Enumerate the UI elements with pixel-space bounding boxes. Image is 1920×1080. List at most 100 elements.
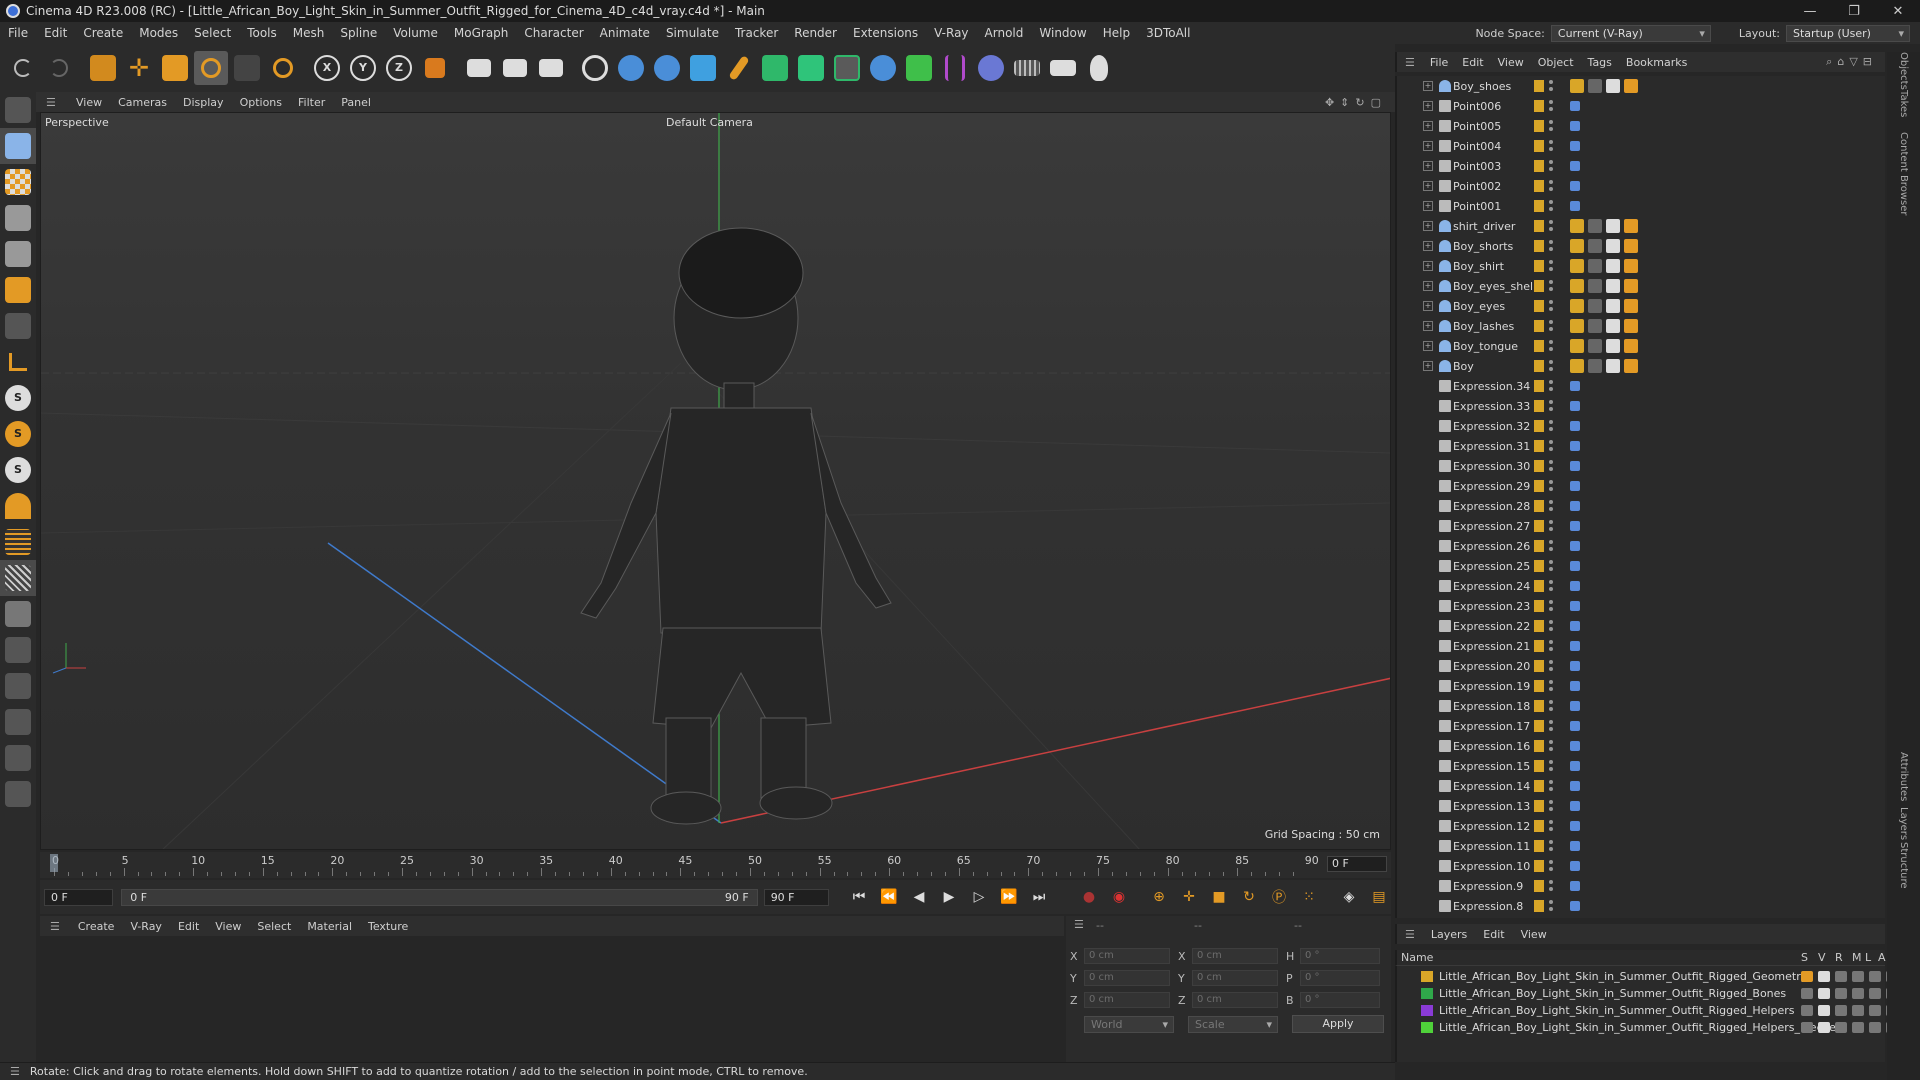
size-y-field[interactable]: 0 cm [1192,970,1278,986]
material-menu-select[interactable]: Select [249,920,299,933]
visibility-dots-icon[interactable] [1549,800,1553,812]
rotate-tool-button[interactable] [266,51,300,85]
layer-color-swatch[interactable] [1534,360,1544,372]
visibility-dots-icon[interactable] [1549,860,1553,872]
material-tag-icon[interactable] [1588,319,1602,333]
mograph-button[interactable] [902,51,936,85]
expression-tag-icon[interactable] [1570,821,1580,831]
boy-wireframe-model[interactable] [580,227,892,825]
menu-3dtoall[interactable]: 3DToAll [1138,26,1198,40]
object-row[interactable]: +Expression.23 [1397,596,1885,616]
lock-icon[interactable] [1869,1005,1881,1016]
snap-button-2[interactable]: S [0,416,36,452]
layer-color-swatch[interactable] [1534,600,1544,612]
axis-mode-button[interactable] [0,344,36,380]
expression-tag-icon[interactable] [1570,741,1580,751]
layer-color-swatch[interactable] [1421,1005,1433,1016]
layer-color-swatch[interactable] [1534,480,1544,492]
visibility-dots-icon[interactable] [1549,460,1553,472]
visibility-dots-icon[interactable] [1549,900,1553,912]
workplane-button[interactable] [0,524,36,560]
visibility-dots-icon[interactable] [1549,300,1553,312]
viewport-menu-panel[interactable]: Panel [333,96,379,109]
visible-eye-icon[interactable] [1818,988,1830,999]
layer-menu-edit[interactable]: Edit [1475,928,1512,941]
layer-color-swatch[interactable] [1421,988,1433,999]
go-to-start-icon[interactable]: ⏮ [847,885,871,909]
layer-list[interactable]: Little_African_Boy_Light_Skin_in_Summer_… [1395,966,1898,1062]
visibility-dots-icon[interactable] [1549,180,1553,192]
z-axis-button[interactable]: Z [382,51,416,85]
object-row[interactable]: + Boy_shorts [1397,236,1885,256]
visibility-dots-icon[interactable] [1549,640,1553,652]
expression-tag-icon[interactable] [1570,761,1580,771]
end-frame-field[interactable]: 90 F [763,888,829,906]
layer-row[interactable]: Little_African_Boy_Light_Skin_in_Summer_… [1397,985,1898,1002]
layer-row[interactable]: Little_African_Boy_Light_Skin_in_Summer_… [1397,968,1898,985]
grid-button[interactable] [0,560,36,596]
solo-icon[interactable] [1801,971,1813,982]
visibility-dots-icon[interactable] [1549,140,1553,152]
expand-toggle-icon[interactable]: + [1423,221,1433,231]
material-tag-icon[interactable] [1624,319,1638,333]
playhead[interactable] [50,854,58,872]
light-button[interactable] [1082,51,1116,85]
timeline-ruler[interactable]: 051015202530354045505560657075808590 0 F [40,852,1391,878]
material-tag-icon[interactable] [1624,339,1638,353]
render-icon[interactable] [1835,971,1847,982]
deformer-button[interactable] [938,51,972,85]
menu-edit[interactable]: Edit [36,26,75,40]
visibility-dots-icon[interactable] [1549,360,1553,372]
field-button[interactable] [974,51,1008,85]
material-tag-icon[interactable] [1588,259,1602,273]
material-list-area[interactable] [40,936,1064,1062]
expression-tag-icon[interactable] [1570,781,1580,791]
material-tag-icon[interactable] [1606,359,1620,373]
layer-color-swatch[interactable] [1534,340,1544,352]
material-tag-icon[interactable] [1588,359,1602,373]
material-tag-icon[interactable] [1588,79,1602,93]
visibility-dots-icon[interactable] [1549,700,1553,712]
expand-toggle-icon[interactable]: + [1423,341,1433,351]
menu-select[interactable]: Select [186,26,239,40]
menu-arnold[interactable]: Arnold [977,26,1032,40]
material-tag-icon[interactable] [1588,239,1602,253]
layer-hamburger-icon[interactable]: ☰ [1405,928,1415,941]
object-row[interactable]: + Point006 [1397,96,1885,116]
previous-frame-icon[interactable]: ◀ [907,885,931,909]
material-tag-icon[interactable] [1606,279,1620,293]
expression-tag-icon[interactable] [1570,541,1580,551]
expression-tag-icon[interactable] [1570,561,1580,571]
start-frame-field[interactable]: 0 F [44,888,114,906]
scale-button[interactable] [158,51,192,85]
material-tag-icon[interactable] [1624,239,1638,253]
material-tag-icon[interactable] [1570,319,1584,333]
manager-icon[interactable] [1852,971,1864,982]
go-to-end-icon[interactable]: ⏭ [1027,885,1051,909]
object-row[interactable]: + Boy_shoes [1397,76,1885,96]
layer-color-swatch[interactable] [1421,1022,1433,1033]
right-tab-objects[interactable]: Objects [1898,52,1909,90]
visibility-dots-icon[interactable] [1549,440,1553,452]
visible-eye-icon[interactable] [1818,1022,1830,1033]
object-list[interactable]: + Boy_shoes + Point006 + Point005 + Point004 + Po… [1395,76,1885,918]
close-icon[interactable]: ✕ [1876,4,1920,19]
material-tag-icon[interactable] [1570,339,1584,353]
viewport-camera-label[interactable]: Default Camera [666,116,753,129]
material-tag-icon[interactable] [1624,219,1638,233]
object-row[interactable]: +Expression.13 [1397,796,1885,816]
python-button-3[interactable] [866,51,900,85]
object-row[interactable]: + Point004 [1397,136,1885,156]
extrude-button[interactable] [794,51,828,85]
object-menu-view[interactable]: View [1491,56,1531,69]
expand-toggle-icon[interactable]: + [1423,121,1433,131]
render-icon[interactable] [1835,1022,1847,1033]
coordinate-system-button[interactable] [418,51,452,85]
expand-toggle-icon[interactable]: + [1423,81,1433,91]
texture-mode-button[interactable] [0,164,36,200]
expand-toggle-icon[interactable]: + [1423,301,1433,311]
layer-color-swatch[interactable] [1534,580,1544,592]
object-row[interactable]: + Boy_tongue [1397,336,1885,356]
object-row[interactable]: +Expression.21 [1397,636,1885,656]
layer-color-swatch[interactable] [1534,560,1544,572]
